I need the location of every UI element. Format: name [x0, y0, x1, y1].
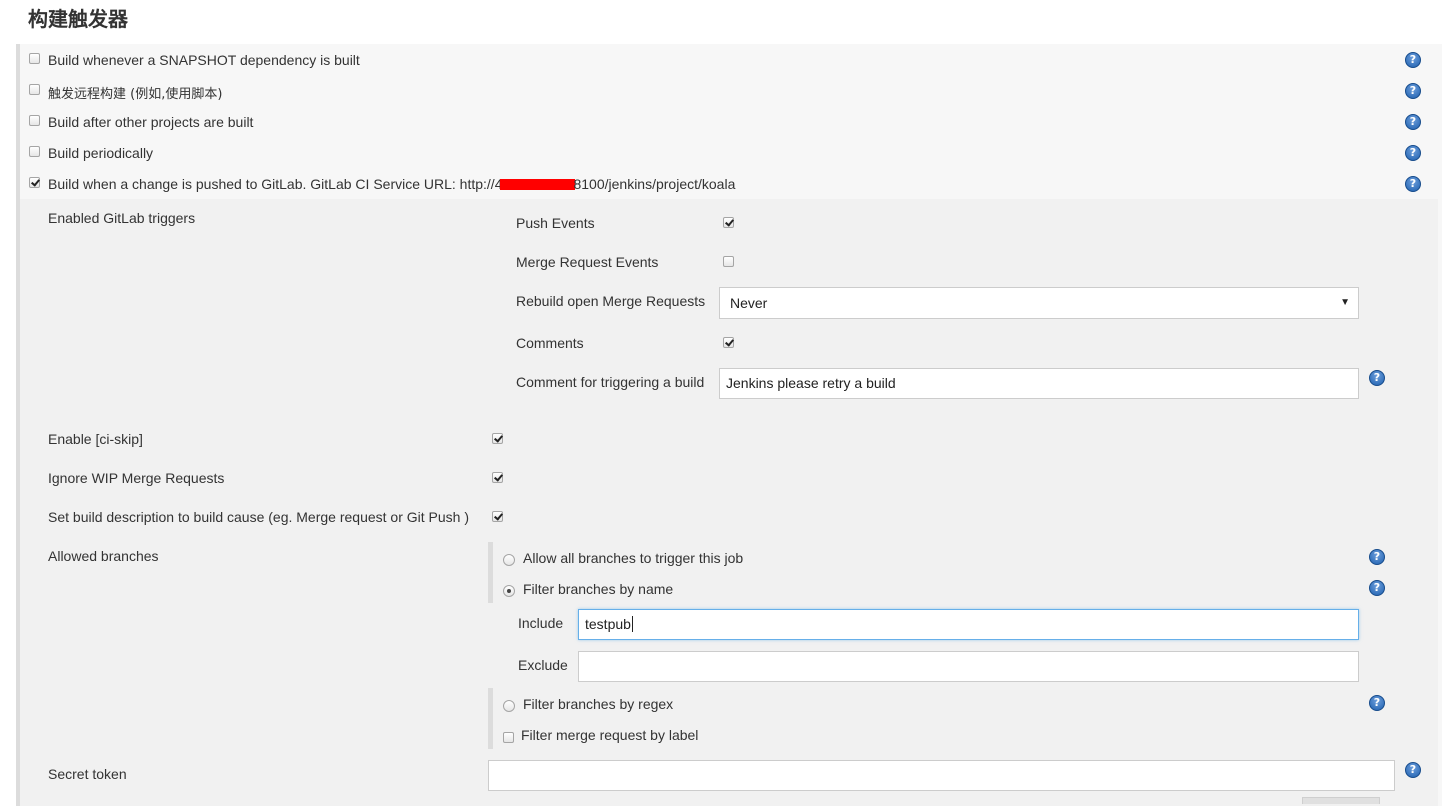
help-icon[interactable]: ?	[1405, 83, 1421, 99]
build-after-other-projects-label: Build after other projects are built	[48, 114, 254, 130]
help-icon[interactable]: ?	[1369, 580, 1385, 596]
help-icon[interactable]: ?	[1405, 145, 1421, 161]
gitlab-push-trigger-label-prefix: Build when a change is pushed to GitLab.…	[48, 176, 503, 192]
branch-option-group-bar	[488, 542, 493, 603]
help-icon[interactable]: ?	[1369, 695, 1385, 711]
partial-button-edge[interactable]	[1302, 797, 1380, 804]
include-branches-input[interactable]: testpub	[578, 609, 1359, 640]
set-build-description-label: Set build description to build cause (eg…	[48, 509, 469, 525]
filter-by-name-label: Filter branches by name	[523, 581, 674, 597]
secret-token-input[interactable]	[488, 760, 1395, 791]
snapshot-dependency-label: Build whenever a SNAPSHOT dependency is …	[48, 52, 360, 68]
dropdown-arrow-icon: ▼	[1340, 297, 1350, 308]
include-label: Include	[518, 615, 564, 631]
merge-request-events-label: Merge Request Events	[516, 254, 659, 270]
help-icon[interactable]: ?	[1369, 549, 1385, 565]
section-title: 构建触发器	[28, 7, 128, 31]
filter-by-regex-radio[interactable]	[503, 700, 515, 712]
filter-by-label-label: Filter merge request by label	[521, 727, 699, 743]
rebuild-open-mr-select[interactable]: Never ▼	[719, 287, 1359, 319]
allowed-branches-label: Allowed branches	[48, 548, 159, 564]
branch-option-group-bar	[488, 688, 493, 749]
text-cursor	[631, 616, 633, 632]
allow-all-branches-radio[interactable]	[503, 554, 515, 566]
push-events-checkbox[interactable]	[723, 217, 734, 228]
help-icon[interactable]: ?	[1405, 114, 1421, 130]
ignore-wip-checkbox[interactable]	[492, 472, 503, 483]
ci-skip-checkbox[interactable]	[492, 433, 503, 444]
push-events-label: Push Events	[516, 215, 595, 231]
ignore-wip-label: Ignore WIP Merge Requests	[48, 470, 225, 486]
include-branches-value: testpub	[585, 616, 631, 632]
filter-by-name-radio[interactable]	[503, 585, 515, 597]
comments-checkbox[interactable]	[723, 337, 734, 348]
build-periodically-label: Build periodically	[48, 145, 154, 161]
comment-trigger-input[interactable]: Jenkins please retry a build	[719, 368, 1359, 399]
rebuild-open-mr-value: Never	[730, 295, 768, 311]
merge-request-events-checkbox[interactable]	[723, 256, 734, 267]
help-icon[interactable]: ?	[1405, 762, 1421, 778]
build-after-other-projects-checkbox[interactable]	[29, 115, 40, 126]
secret-token-label: Secret token	[48, 766, 127, 782]
exclude-branches-input[interactable]	[578, 651, 1359, 682]
allow-all-branches-label: Allow all branches to trigger this job	[523, 550, 744, 566]
filter-by-regex-label: Filter branches by regex	[523, 696, 674, 712]
remote-trigger-checkbox[interactable]	[29, 84, 40, 95]
help-icon[interactable]: ?	[1405, 52, 1421, 68]
help-icon[interactable]: ?	[1369, 370, 1385, 386]
comments-label: Comments	[516, 335, 584, 351]
remote-trigger-label: 触发远程构建 (例如,使用脚本)	[48, 87, 223, 102]
gitlab-push-trigger-label-suffix: 8100/jenkins/project/koala	[573, 176, 736, 192]
rebuild-open-mr-label: Rebuild open Merge Requests	[516, 293, 706, 309]
set-build-description-checkbox[interactable]	[492, 511, 503, 522]
help-icon[interactable]: ?	[1405, 176, 1421, 192]
gitlab-push-trigger-checkbox[interactable]	[29, 177, 40, 188]
gitlab-push-trigger-label: Build when a change is pushed to GitLab.…	[48, 176, 735, 192]
enabled-gitlab-triggers-label: Enabled GitLab triggers	[48, 210, 196, 226]
ci-skip-label: Enable [ci-skip]	[48, 431, 143, 447]
snapshot-dependency-checkbox[interactable]	[29, 53, 40, 64]
comment-trigger-label: Comment for triggering a build	[516, 374, 705, 390]
red-redaction-mark	[500, 179, 576, 190]
filter-by-label-checkbox[interactable]	[503, 732, 514, 743]
build-periodically-checkbox[interactable]	[29, 146, 40, 157]
exclude-label: Exclude	[518, 657, 568, 673]
